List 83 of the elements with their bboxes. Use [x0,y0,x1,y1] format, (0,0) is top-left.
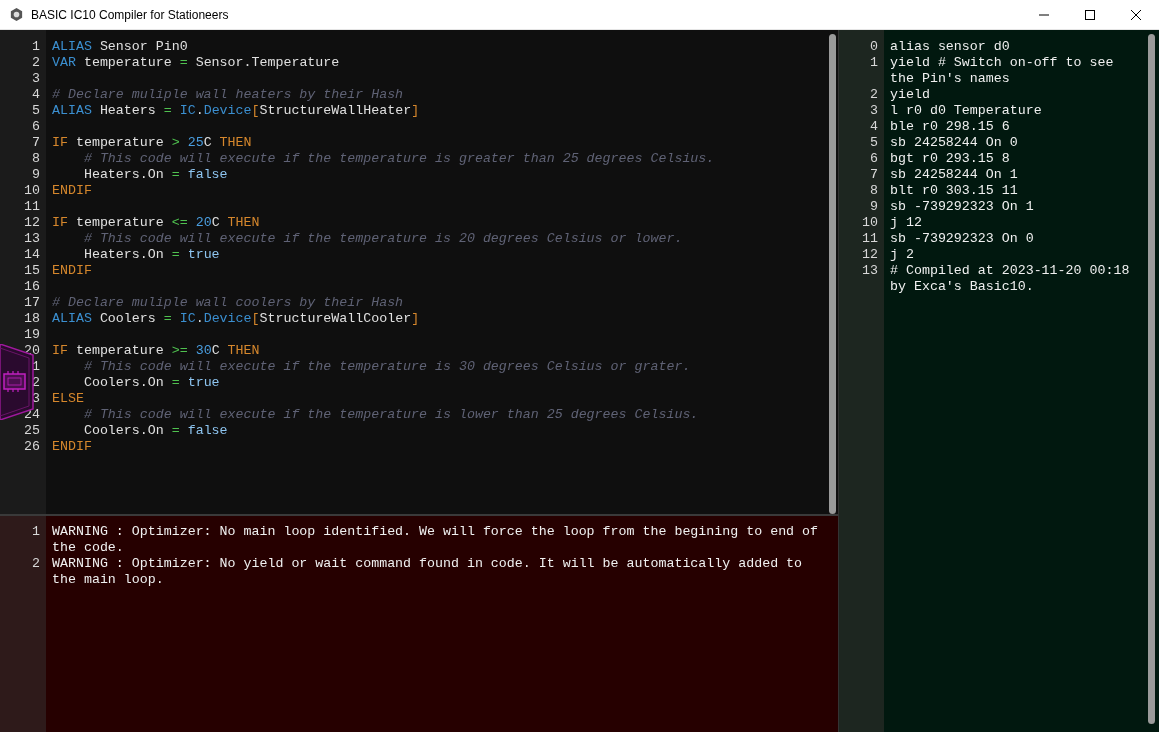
code-editor[interactable] [0,30,838,516]
scrollbar[interactable] [1148,34,1155,724]
line-number: 11 [24,199,40,215]
line-number: 3 [32,71,40,87]
line-number: 18 [24,311,40,327]
code-line: ENDIF [52,263,92,279]
close-icon [1131,9,1141,20]
output-line: blt r0 303.15 11 [890,183,1019,199]
line-number: 4 [870,119,878,135]
output-line: j 12 [890,215,923,231]
output-line: ble r0 298.15 6 [890,119,1011,135]
code-line: ALIAS Coolers = IC.Device[StructureWallCooler] [52,311,420,327]
line-number: 12 [24,215,40,231]
output-line: sb -739292323 On 1 [890,199,1035,215]
code-line: # Declare muliple wall heaters by their Hash [52,87,404,103]
output-line: sb 24258244 On 0 [890,135,1019,151]
line-number: 7 [32,135,40,151]
code-line: ENDIF [52,183,92,199]
line-number: 25 [24,423,40,439]
warning-message: WARNING : Optimizer: No main loop identified. We will force the loop from the begining to end of the code. [52,524,820,556]
app-icon [9,7,24,22]
line-number: 19 [24,327,40,343]
code-line: IF temperature >= 30C THEN [52,343,260,359]
line-number: 1 [32,39,40,55]
code-line: # This code will execute if the temperature is greater than 25 degrees Celsius. [82,151,715,167]
line-number: 13 [862,263,878,280]
line-number: 0 [870,39,878,55]
line-number: 4 [32,87,40,103]
line-number: 3 [870,103,878,119]
line-number: 5 [32,103,40,119]
line-number: 17 [24,295,40,311]
line-number: 6 [32,119,40,135]
line-number: 6 [870,151,878,167]
code-line: # This code will execute if the temperature is 20 degrees Celsius or lower. [82,231,683,247]
output-line: l r0 d0 Temperature [890,103,1043,119]
line-number: 5 [870,135,878,151]
line-number: 12 [862,247,878,263]
code-line: IF temperature > 25C THEN [52,135,252,151]
line-number: 2 [870,87,878,103]
warning-message: WARNING : Optimizer: No yield or wait command found in code. It will be automatically added to the main loop. [52,556,804,588]
output-line: alias sensor d0 [890,39,1011,55]
output-line: sb 24258244 On 1 [890,167,1019,183]
line-number: 9 [32,167,40,183]
code-line: # Declare muliple wall coolers by their Hash [52,295,404,311]
line-number: 1 [870,55,878,72]
line-number: 14 [24,247,40,263]
code-line: ENDIF [52,439,92,455]
line-number: 7 [870,167,878,183]
output-line: j 2 [890,247,915,263]
line-number: 2 [32,556,40,573]
code-line: Coolers.On = true [82,375,220,391]
maximize-icon [1085,9,1095,20]
line-number: 10 [862,215,878,231]
scrollbar[interactable] [828,34,836,514]
code-line: Heaters.On = false [82,167,228,183]
code-line: IF temperature <= 20C THEN [52,215,260,231]
code-line: Coolers.On = false [82,423,228,439]
line-number: 16 [24,279,40,295]
code-line: # This code will execute if the temperature is lower than 25 degrees Celsius. [82,407,699,423]
output-line: yield [890,87,931,103]
code-line: Heaters.On = true [82,247,220,263]
code-line: ALIAS Sensor Pin0 [52,39,188,55]
code-line: # This code will execute if the temperature is 30 degrees Celsius or grater. [82,359,691,375]
output-line: bgt r0 293.15 8 [890,151,1011,167]
window-title: BASIC IC10 Compiler for Stationeers [31,6,229,24]
line-number: 3 [32,391,40,407]
line-number: 11 [862,231,878,247]
line-number: 9 [870,199,878,215]
line-number: 8 [32,151,40,167]
code-line: ALIAS Heaters = IC.Device[StructureWallHeater] [52,103,420,119]
line-number: 2 [32,55,40,71]
code-line: ELSE [52,391,84,407]
line-number: 1 [32,359,40,375]
line-number: 2 [32,375,40,391]
line-number: 1 [32,524,40,541]
line-number: 13 [24,231,40,247]
output-line: sb -739292323 On 0 [890,231,1035,247]
output-line: # Compiled at 2023-11-20 00:18 by Exca's Basic10. [890,263,1131,295]
line-number: 8 [870,183,878,199]
line-number: 15 [24,263,40,279]
code-line: VAR temperature = Sensor.Temperature [52,55,340,71]
line-number: 26 [24,439,40,455]
line-number: 10 [24,183,40,199]
